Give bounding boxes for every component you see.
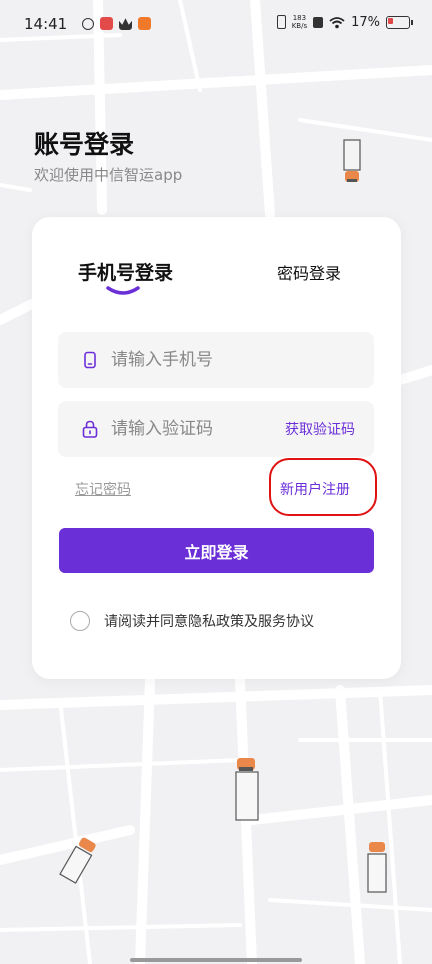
code-field: 获取验证码	[58, 401, 374, 457]
phone-field	[58, 332, 374, 388]
code-input[interactable]	[109, 418, 293, 440]
net-speed-unit: KB/s	[291, 22, 308, 30]
lock-icon	[82, 420, 98, 438]
page-subtitle: 欢迎使用中信智运app	[34, 166, 183, 184]
crown-icon	[119, 18, 132, 30]
wifi-icon	[329, 16, 345, 28]
vibrate-icon	[276, 15, 286, 29]
status-bar: 14:41 183 KB/s 17%	[0, 0, 432, 52]
agreement-text[interactable]: 请阅读并同意隐私政策及服务协议	[104, 611, 314, 631]
login-card: 手机号登录 密码登录 获取验证码 忘记密码 新用户注册 立即登录 请阅读并同意隐…	[32, 217, 401, 679]
get-code-button[interactable]: 获取验证码	[285, 419, 355, 439]
forgot-password-link[interactable]: 忘记密码	[75, 479, 131, 499]
login-button[interactable]: 立即登录	[59, 528, 374, 573]
phone-input[interactable]	[109, 349, 293, 371]
truck-icon	[343, 139, 361, 182]
notification-icons	[82, 17, 151, 30]
agreement-checkbox[interactable]	[70, 611, 90, 631]
battery-percent: 17%	[351, 14, 380, 30]
truck-icon	[367, 842, 387, 893]
page-title: 账号登录	[34, 130, 135, 159]
status-time: 14:41	[24, 15, 68, 33]
tab-phone-login[interactable]: 手机号登录	[78, 258, 173, 285]
app-badge-icon	[138, 17, 151, 30]
tab-password-login[interactable]: 密码登录	[277, 260, 341, 284]
app-notification-icon	[100, 17, 113, 30]
battery-icon	[386, 15, 413, 29]
status-right: 183 KB/s 17%	[276, 14, 413, 30]
net-speed-value: 183	[292, 14, 307, 22]
phone-icon	[84, 351, 96, 369]
sim-icon	[313, 16, 324, 28]
home-indicator[interactable]	[130, 958, 302, 962]
register-highlight-annotation	[269, 458, 377, 516]
agreement-row: 请阅读并同意隐私政策及服务协议	[70, 611, 314, 631]
sync-icon	[82, 17, 94, 30]
active-tab-indicator	[106, 286, 140, 295]
truck-icon	[235, 758, 259, 821]
net-speed: 183 KB/s	[292, 14, 307, 30]
